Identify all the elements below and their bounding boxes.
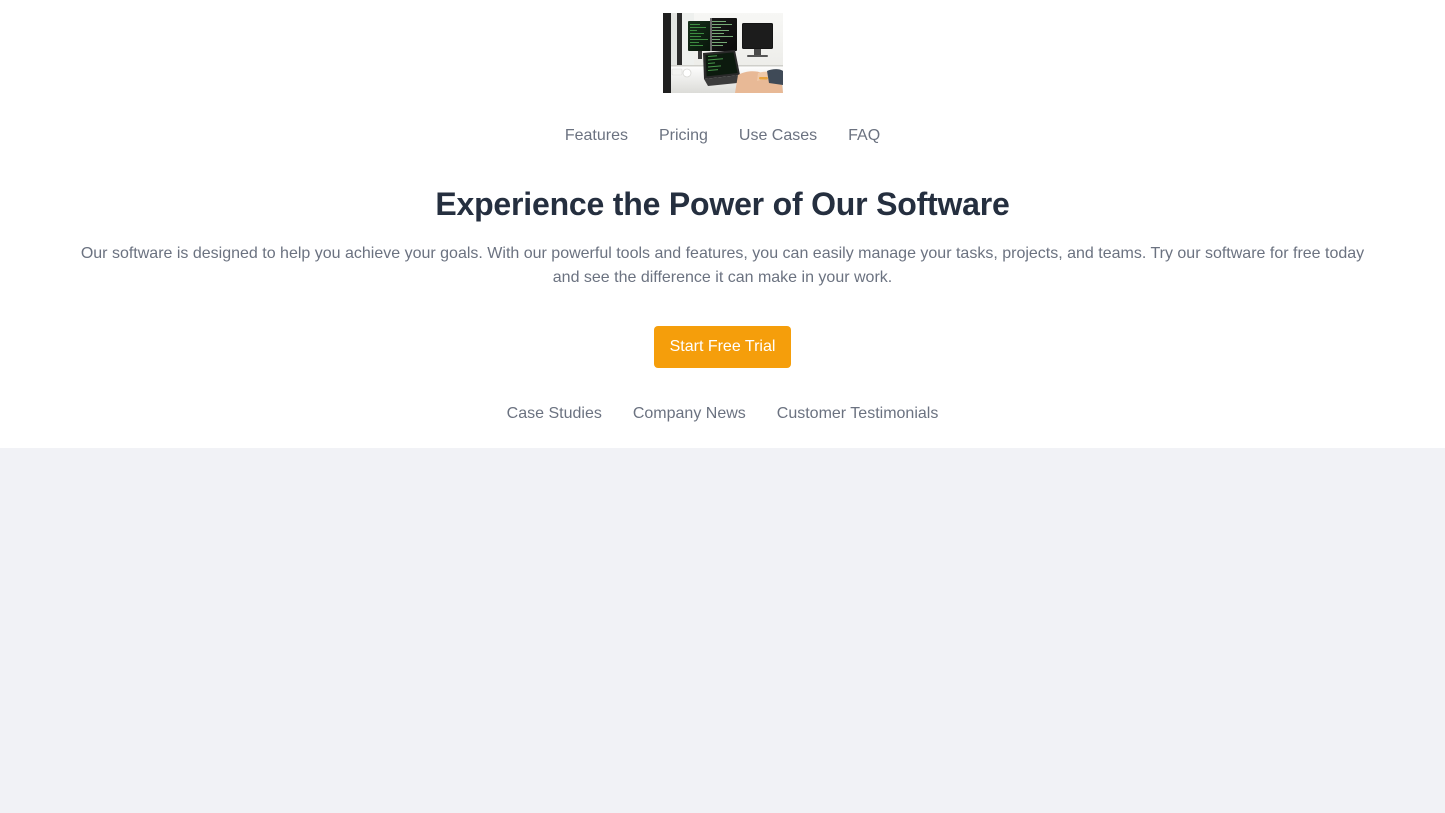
start-free-trial-button[interactable]: Start Free Trial: [653, 326, 792, 368]
logo-row: [0, 13, 1445, 93]
page-background-area: [0, 448, 1445, 796]
hero-panel: Features Pricing Use Cases FAQ Experienc…: [0, 0, 1445, 448]
footer-link-customer-testimonials[interactable]: Customer Testimonials: [777, 402, 939, 426]
workstation-monitors-photo-icon: [662, 13, 783, 93]
page-title: Experience the Power of Our Software: [435, 186, 1010, 222]
nav-item-faq[interactable]: FAQ: [848, 124, 880, 148]
cta-row: Start Free Trial: [24, 326, 1421, 368]
site-logo[interactable]: [662, 13, 783, 93]
footer-link-case-studies[interactable]: Case Studies: [507, 402, 602, 426]
nav-item-features[interactable]: Features: [565, 124, 628, 148]
footer-link-company-news[interactable]: Company News: [633, 402, 746, 426]
primary-nav: Features Pricing Use Cases FAQ: [0, 124, 1445, 148]
hero-description: Our software is designed to help you ach…: [80, 245, 1365, 286]
nav-item-use-cases[interactable]: Use Cases: [739, 124, 817, 148]
nav-item-pricing[interactable]: Pricing: [659, 124, 708, 148]
hero-content: Experience the Power of Our Software Our…: [0, 184, 1445, 368]
secondary-links: Case Studies Company News Customer Testi…: [0, 402, 1445, 448]
